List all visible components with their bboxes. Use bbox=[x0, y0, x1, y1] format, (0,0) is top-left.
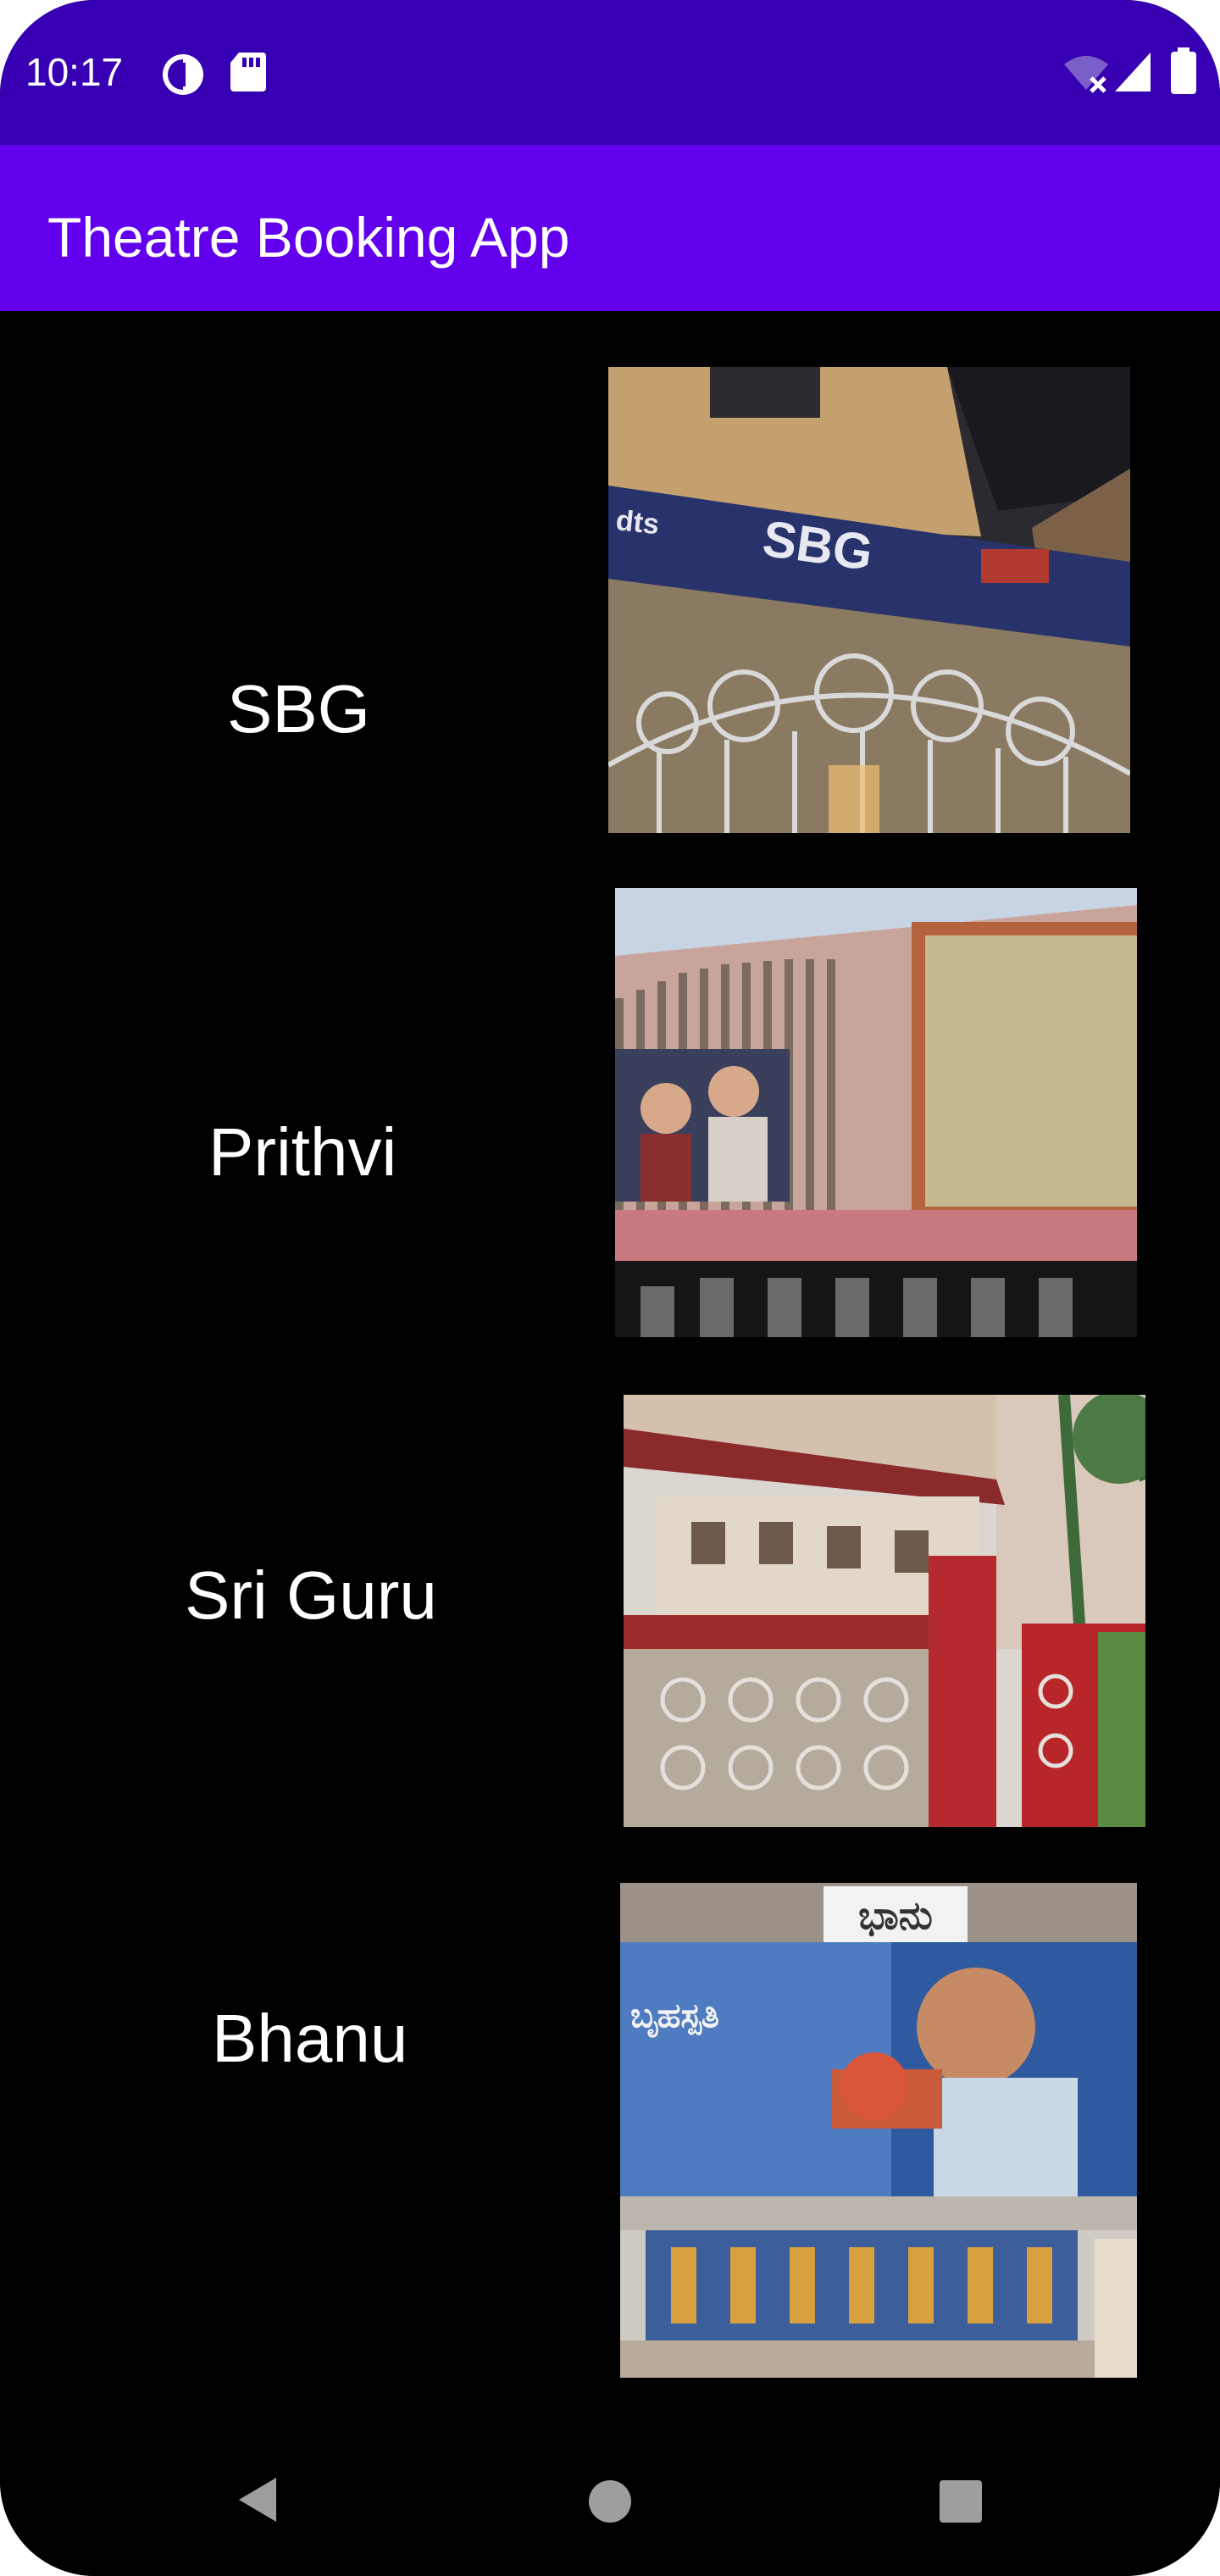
sd-card-icon bbox=[229, 51, 268, 97]
navigation-bar bbox=[0, 2423, 1220, 2576]
sbg-theatre-photo[interactable]: SBG dts bbox=[608, 367, 1130, 833]
svg-text:ಬೃಹಸ್ಪತಿ: ಬೃಹಸ್ಪತಿ bbox=[630, 1996, 719, 2038]
recents-square-icon bbox=[940, 2480, 982, 2523]
back-button[interactable] bbox=[234, 2474, 285, 2525]
wifi-off-icon bbox=[1062, 53, 1110, 97]
home-circle-icon bbox=[589, 2480, 631, 2523]
sri-guru-theatre-photo[interactable] bbox=[624, 1395, 1145, 1827]
status-time: 10:17 bbox=[25, 50, 124, 94]
home-button[interactable] bbox=[588, 2479, 632, 2523]
theatre-name: Bhanu bbox=[212, 2001, 408, 2076]
app-title: Theatre Booking App bbox=[47, 206, 570, 269]
back-triangle-icon bbox=[239, 2478, 276, 2522]
theatre-name: Sri Guru bbox=[185, 1557, 437, 1633]
prithvi-theatre-photo[interactable] bbox=[615, 888, 1137, 1337]
cell-signal-icon bbox=[1113, 51, 1152, 97]
app-bar: Theatre Booking App bbox=[0, 145, 1220, 311]
recents-button[interactable] bbox=[939, 2479, 983, 2523]
status-bar: 10:17 bbox=[0, 0, 1220, 145]
battery-icon bbox=[1169, 47, 1198, 99]
data-saver-icon bbox=[159, 51, 207, 103]
phone-screen: 10:17 Theatre Booking App SBG SBG dts Pr… bbox=[0, 0, 1220, 2576]
bhanu-theatre-photo[interactable]: ಭಾನು ಬೃಹಸ್ಪತಿ bbox=[620, 1883, 1137, 2378]
svg-text:dts: dts bbox=[614, 504, 661, 541]
theatre-name: Prithvi bbox=[208, 1114, 397, 1190]
theatre-name: SBG bbox=[227, 671, 370, 747]
svg-text:ಭಾನು: ಭಾನು bbox=[858, 1892, 933, 1938]
